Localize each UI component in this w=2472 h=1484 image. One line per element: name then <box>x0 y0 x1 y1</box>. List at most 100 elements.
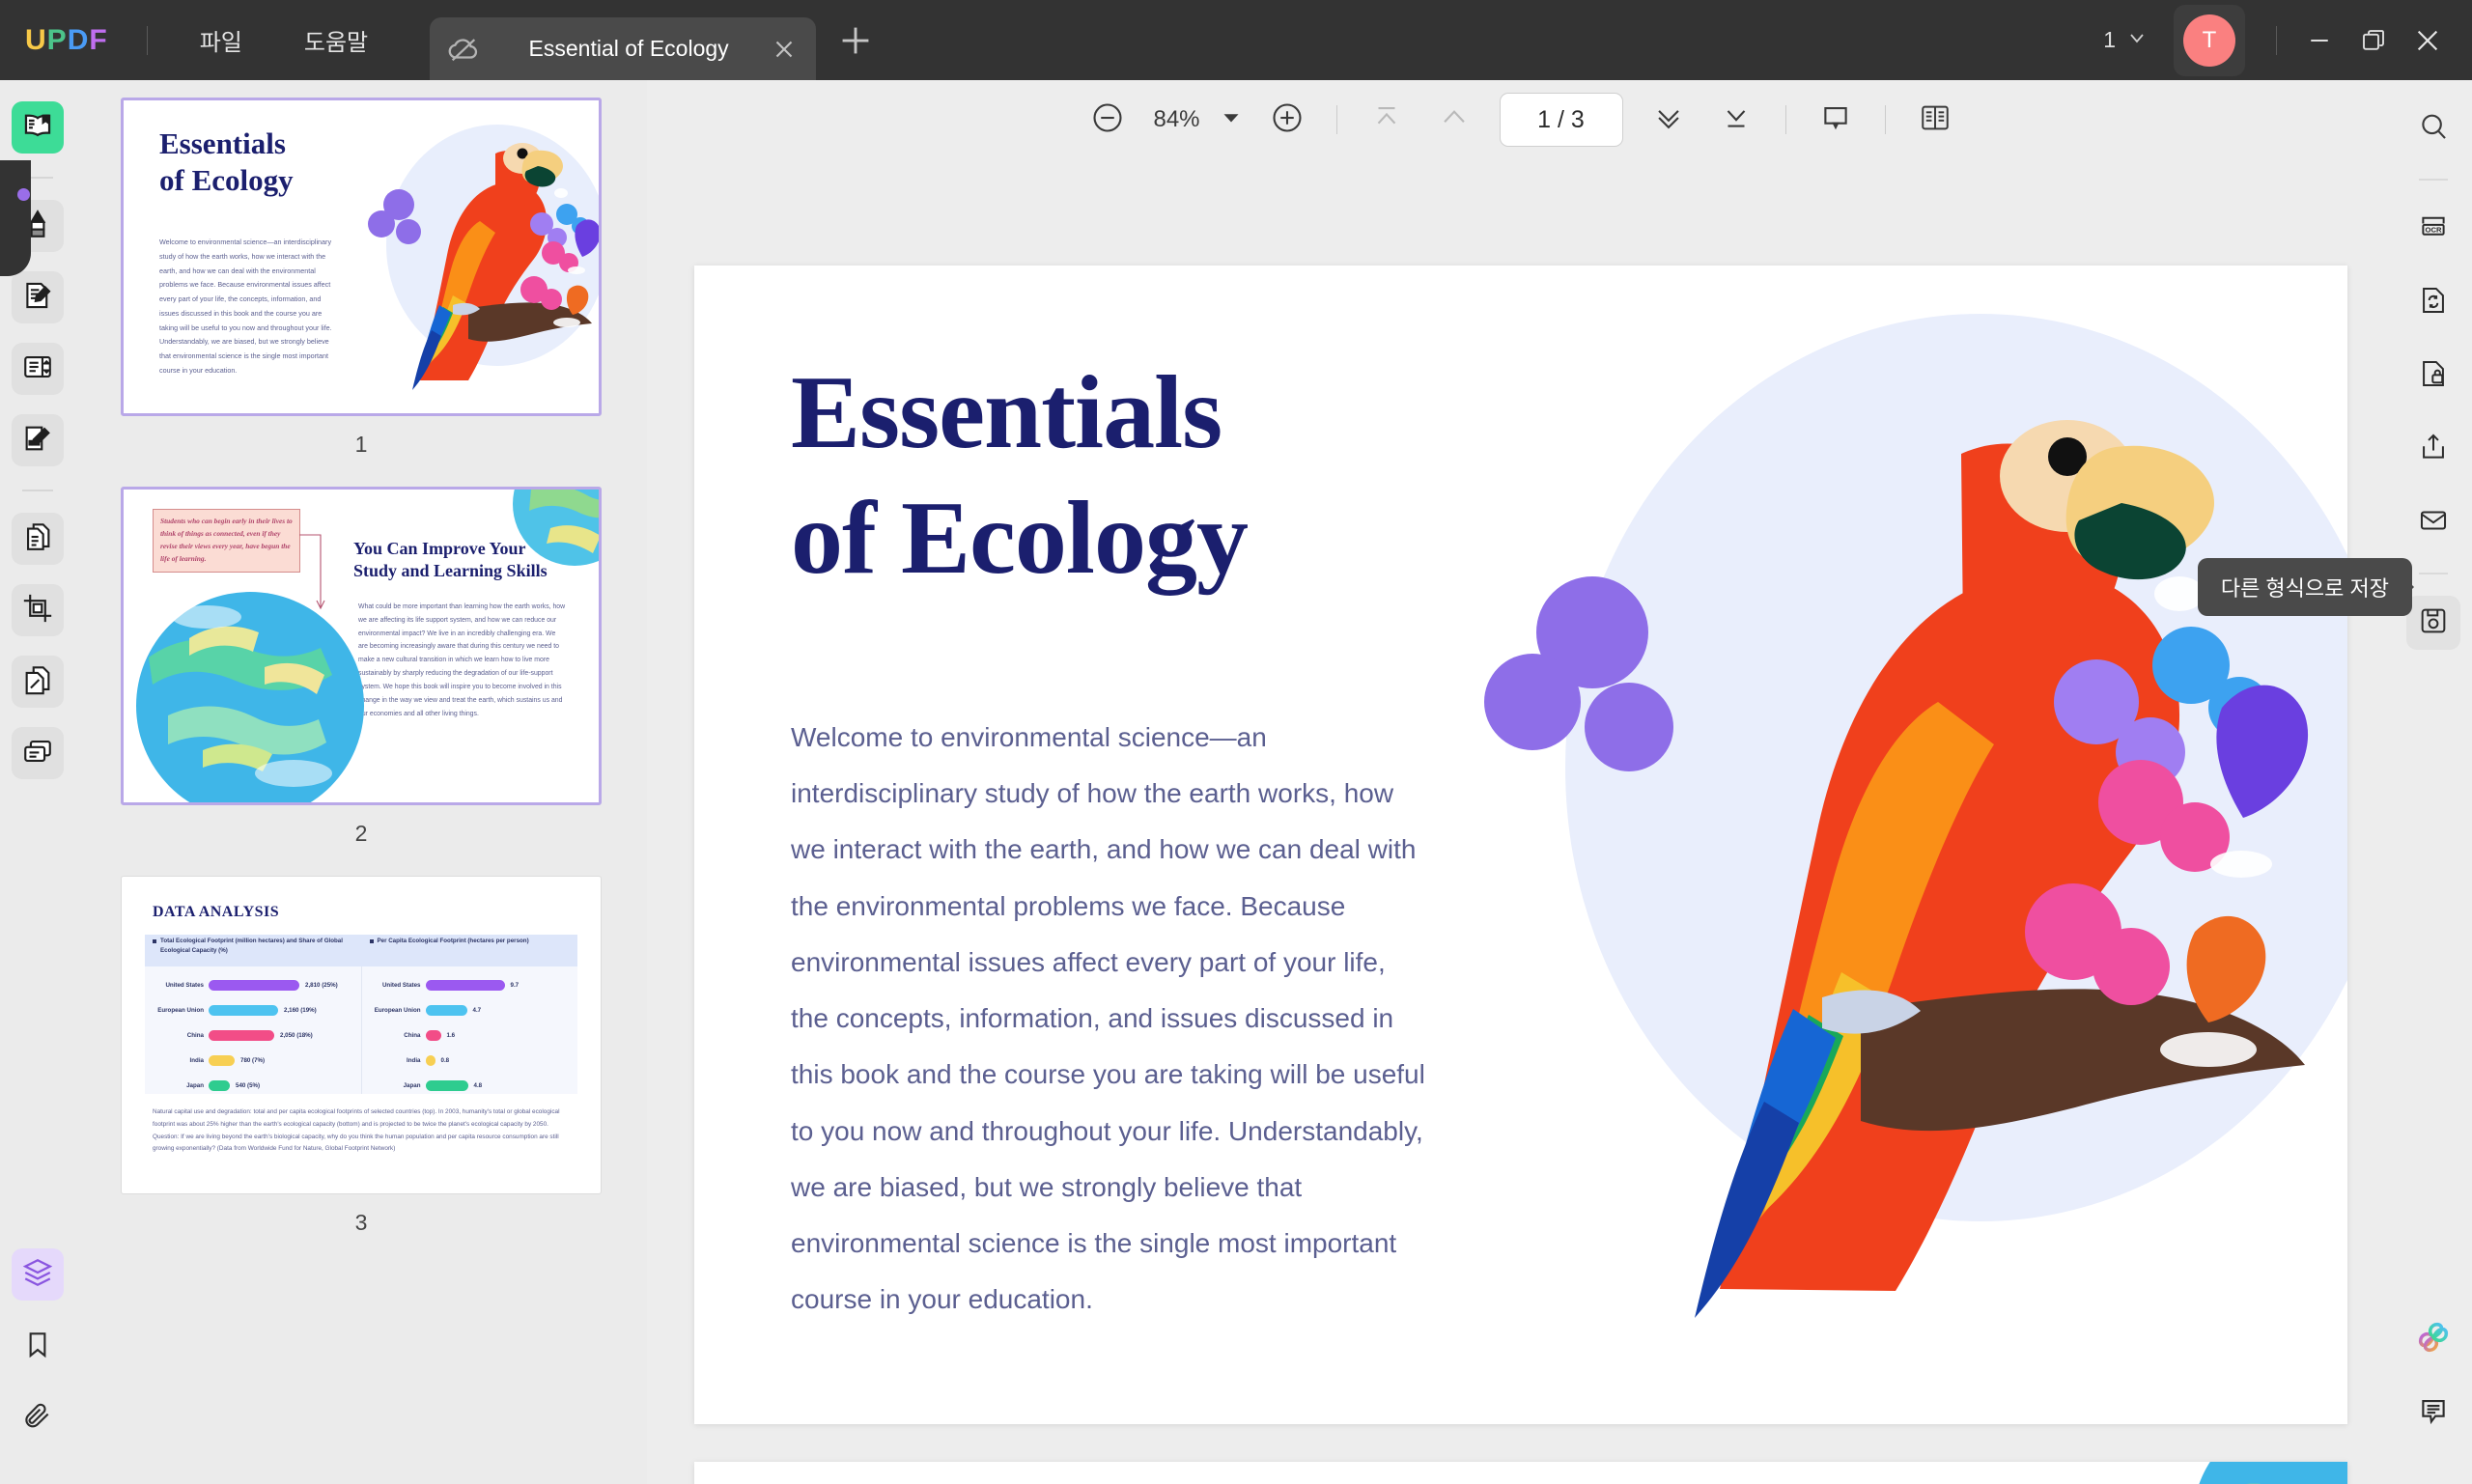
presentation-mode-button[interactable] <box>1810 94 1862 146</box>
document-page-2[interactable] <box>694 1462 2347 1484</box>
toolbar-divider-1 <box>1335 105 1337 134</box>
window-controls-group: 1 T <box>2093 4 2472 76</box>
page1-title: Essentials of Ecology <box>791 355 1249 596</box>
legend-square-icon <box>369 939 374 943</box>
zoom-out-button[interactable] <box>1082 94 1134 146</box>
bar <box>425 1029 441 1041</box>
previous-page-button[interactable] <box>1428 94 1480 146</box>
thumbnail-page-3[interactable]: DATA ANALYSIS Total Ecological Footprint… <box>121 876 602 1194</box>
new-tab-button[interactable] <box>833 18 878 63</box>
sidebar-item-fill-sign[interactable] <box>12 414 64 466</box>
sidebar-item-layers[interactable] <box>12 1248 64 1301</box>
thumb3-caption: Natural capital use and degradation: tot… <box>153 1108 560 1153</box>
comments-button[interactable] <box>2406 1386 2460 1440</box>
page-panel-icon <box>21 350 54 388</box>
thumbnail-panel[interactable]: Essentials of Ecology Welcome to environ… <box>75 80 647 1484</box>
left-tool-rail <box>0 80 75 1484</box>
close-window-button[interactable] <box>2401 14 2455 68</box>
ocr-button[interactable]: OCR <box>2406 202 2460 256</box>
document-lock-icon <box>2417 357 2450 395</box>
menu-file[interactable]: 파일 <box>183 15 260 65</box>
first-page-icon <box>1370 101 1403 139</box>
sidebar-item-compare[interactable] <box>12 656 64 708</box>
app-logo[interactable]: UPDF <box>25 24 108 57</box>
close-icon[interactable] <box>770 35 799 64</box>
thumbnail-label-1: 1 <box>354 432 368 457</box>
table-row: European Union 4.7 <box>374 1004 482 1016</box>
window-count-value: 1 <box>2103 27 2116 52</box>
chart-percapita-title: Per Capita Ecological Footprint (hectare… <box>369 937 573 946</box>
thumb1-body: Welcome to environmental science—an inte… <box>159 238 332 375</box>
ai-assistant-button[interactable] <box>2406 1312 2460 1366</box>
bar <box>209 1004 278 1016</box>
logo-letter-d: D <box>67 23 90 56</box>
table-row: United States 9.7 <box>381 979 520 991</box>
maximize-restore-button[interactable] <box>2346 14 2401 68</box>
sidebar-item-bookmark[interactable] <box>12 1320 64 1372</box>
sidebar-item-attachment[interactable] <box>12 1391 64 1443</box>
legend-square-icon <box>153 939 156 943</box>
table-row: Japan 540 (5%) <box>186 1079 261 1091</box>
document-tab[interactable]: Essential of Ecology <box>430 17 817 80</box>
toolbar-divider-3 <box>1884 105 1886 134</box>
sidebar-item-batch[interactable] <box>12 727 64 779</box>
page-scroll-area[interactable]: Essentials of Ecology Welcome to environ… <box>647 159 2395 1484</box>
table-row: United States 2,810 (25%) <box>165 979 338 991</box>
batch-cards-icon <box>21 735 54 772</box>
rail-separator-2 <box>22 490 53 491</box>
sidebar-item-page-organize[interactable] <box>12 343 64 395</box>
next-page-button[interactable] <box>1643 94 1695 146</box>
chart-per-capita-footprint: Per Capita Ecological Footprint (hectare… <box>360 938 578 1094</box>
logo-letter-u: U <box>25 23 47 56</box>
floppy-save-icon <box>2417 604 2450 642</box>
titlebar-divider <box>146 25 148 55</box>
first-page-button[interactable] <box>1361 94 1413 146</box>
chart-total-footprint: Total Ecological Footprint (million hect… <box>145 938 361 1094</box>
zoom-in-button[interactable] <box>1261 94 1313 146</box>
email-button[interactable] <box>2406 495 2460 549</box>
right-tool-rail: OCR <box>2395 80 2472 1484</box>
logo-letter-p: P <box>46 23 68 56</box>
window-divider <box>2276 25 2277 55</box>
save-as-button[interactable] <box>2406 596 2460 650</box>
thumbnail-page-2[interactable]: Students who can begin early in their li… <box>121 487 602 805</box>
tab-title: Essential of Ecology <box>528 36 729 61</box>
last-page-button[interactable] <box>1710 94 1762 146</box>
ai-clover-icon <box>2414 1318 2453 1361</box>
search-button[interactable] <box>2406 101 2460 155</box>
layers-icon <box>21 1256 54 1294</box>
account-button[interactable]: T <box>2174 4 2245 76</box>
window-count-selector[interactable]: 1 <box>2093 20 2158 61</box>
zoom-dropdown-button[interactable] <box>1219 107 1244 132</box>
compare-pages-icon <box>21 663 54 701</box>
macaw-illustration <box>352 100 599 413</box>
right-rail-separator-2 <box>2419 573 2448 574</box>
thumbnail-label-2: 2 <box>354 821 368 846</box>
main-viewer: 84% 1 / 3 Essentials of Ecology Welcome … <box>647 80 2395 1484</box>
share-button[interactable] <box>2406 422 2460 476</box>
sidebar-item-edit-pdf[interactable] <box>12 271 64 323</box>
page-indicator[interactable]: 1 / 3 <box>1499 93 1623 147</box>
table-row: China 2,050 (18%) <box>186 1029 313 1041</box>
thumbnail-page-1[interactable]: Essentials of Ecology Welcome to environ… <box>121 98 602 416</box>
bar <box>425 1004 467 1016</box>
convert-pdf-button[interactable] <box>2406 275 2460 329</box>
document-refresh-icon <box>2417 284 2450 322</box>
page-layout-button[interactable] <box>1909 94 1961 146</box>
share-upload-icon <box>2417 431 2450 468</box>
page2-globe-corner <box>2154 1462 2347 1484</box>
sidebar-item-convert[interactable] <box>12 513 64 565</box>
protect-pdf-button[interactable] <box>2406 349 2460 403</box>
page1-body: Welcome to environmental science—an inte… <box>791 722 1425 1315</box>
sidebar-item-reader[interactable] <box>12 101 64 154</box>
bar <box>209 1079 230 1091</box>
avatar: T <box>2183 14 2235 67</box>
zoom-level[interactable]: 84% <box>1141 106 1213 133</box>
document-page-1[interactable]: Essentials of Ecology Welcome to environ… <box>694 266 2395 1424</box>
title-bar: UPDF 파일 도움말 Essential of Ecology 1 T <box>0 0 2472 80</box>
sidebar-item-crop[interactable] <box>12 584 64 636</box>
table-row: India 780 (7%) <box>189 1054 266 1066</box>
minimize-button[interactable] <box>2292 14 2346 68</box>
minus-circle-icon <box>1090 100 1125 140</box>
menu-help[interactable]: 도움말 <box>287 15 385 65</box>
